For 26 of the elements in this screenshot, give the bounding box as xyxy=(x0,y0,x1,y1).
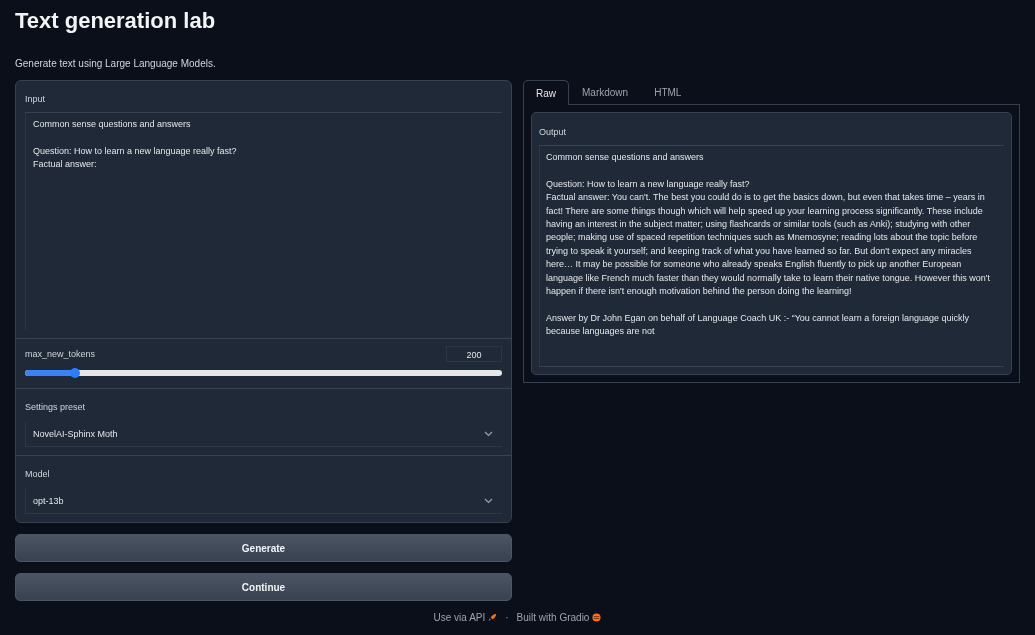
token-slider[interactable] xyxy=(25,370,502,376)
dropdown-label: Settings preset xyxy=(25,402,86,412)
api-link[interactable]: Use via API xyxy=(433,612,498,623)
tab[interactable]: Raw xyxy=(523,80,569,105)
output-field[interactable]: Common sense questions and answers Question: How to learn a new language really fast? Factual answer: You can't. The best you could do is to get the basics down, but even that takes time – years in fact! There are some things though which will help speed up your learning process significantly. These include having an interest in the subject matter; using flashcards or similar tools (such as Anki); studying with other people; making use of spaced repetition techniques such as Mnemosyne; reading lots about the topic before trying to speak it yourself; and keeping track of what you have learned so far. But don't expect any miracles here… It may be possible for someone who already speaks English fluently to pick up another European language like French much faster than they would normally take to learn their native tongue. However this won't happen if there isn't enough motivation behind the person doing the learning! Answer by Dr John Egan on behalf of Language Coach UK :- “You cannot learn a foreign language quickly because languages are not xyxy=(539,145,1004,367)
input-label: Input xyxy=(25,94,46,104)
logo-icon xyxy=(592,613,602,622)
page-subtitle: Generate text using Large Language Models. xyxy=(15,58,217,69)
page-title: Text generation lab xyxy=(15,8,217,34)
action-button[interactable]: Generate xyxy=(15,534,512,562)
rocket-icon xyxy=(488,613,498,622)
select-dropdown[interactable]: NovelAI-Sphinx Moth xyxy=(25,422,502,447)
prompt-field[interactable]: Common sense questions and answers Question: How to learn a new language really fast? Factual answer: xyxy=(25,112,502,330)
tab[interactable]: Markdown xyxy=(569,80,642,104)
gradio-link[interactable]: Built with Gradio xyxy=(516,612,602,623)
number-field[interactable]: 200 xyxy=(446,346,502,362)
tab[interactable]: HTML xyxy=(641,80,695,104)
chevron-down-icon xyxy=(484,498,493,504)
action-button[interactable]: Continue xyxy=(15,573,512,601)
output-label: Output xyxy=(539,127,567,137)
chevron-down-icon xyxy=(484,431,493,437)
dropdown-label: Model xyxy=(25,469,50,479)
slider-thumb[interactable] xyxy=(70,368,81,378)
slider-label: max_new_tokens xyxy=(25,349,96,359)
select-dropdown[interactable]: opt-13b xyxy=(25,489,502,514)
footer-separator: · xyxy=(505,612,509,623)
